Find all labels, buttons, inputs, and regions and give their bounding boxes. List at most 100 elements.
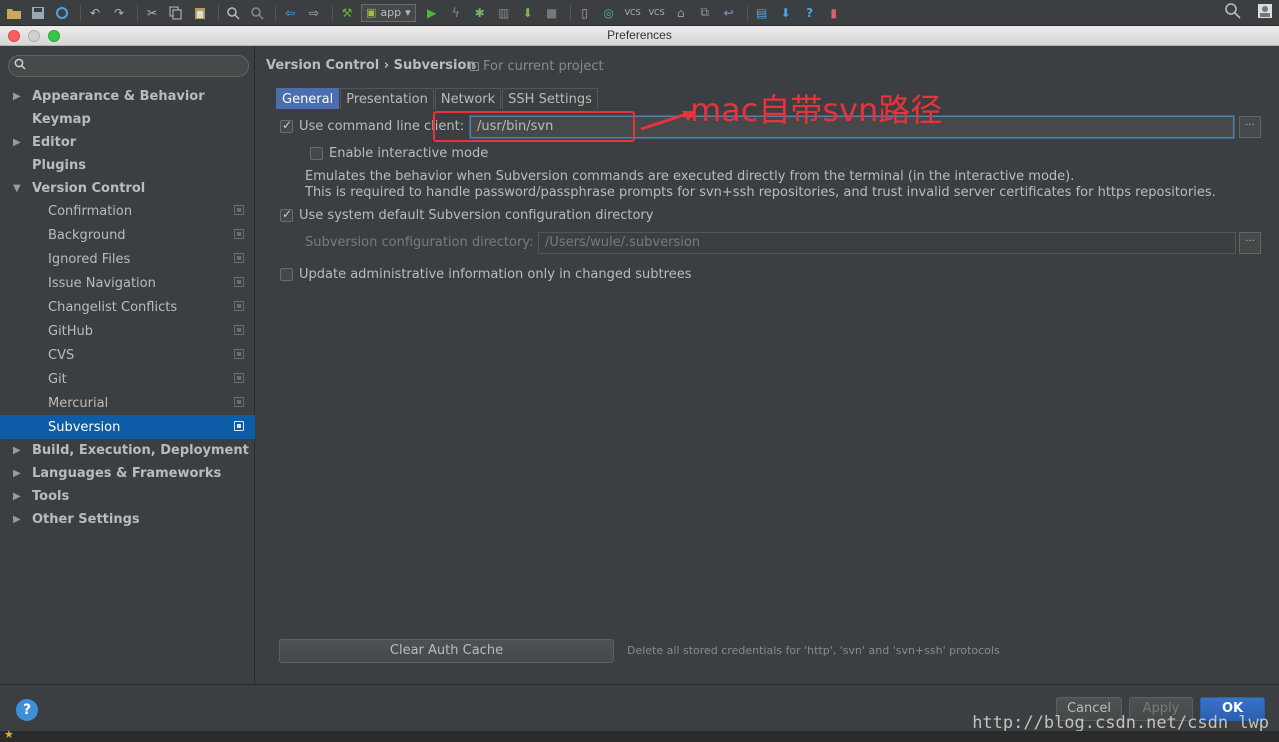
sidebar-item-other-settings[interactable]: ▶ Other Settings	[0, 507, 255, 531]
use-command-line-client-checkbox[interactable]	[280, 118, 293, 133]
sidebar-item-changelist-conflicts[interactable]: Changelist Conflicts	[0, 295, 255, 319]
sdk-manager-icon[interactable]: ⬇	[776, 3, 796, 23]
open-folder-icon[interactable]	[4, 3, 24, 23]
chevron-right-icon[interactable]: ▶	[13, 445, 21, 456]
cut-icon[interactable]: ✂	[142, 3, 162, 23]
run-icon[interactable]: ▶	[422, 3, 442, 23]
tab-ssh-settings[interactable]: SSH Settings	[502, 88, 598, 109]
sidebar-item-label: Languages & Frameworks	[32, 465, 222, 481]
project-scope-icon	[234, 349, 244, 359]
sidebar-item-subversion[interactable]: Subversion	[0, 415, 255, 439]
sidebar-item-github[interactable]: GitHub	[0, 319, 255, 343]
help-icon[interactable]: ?	[800, 3, 820, 23]
sidebar-item-label: Build, Execution, Deployment	[32, 442, 249, 458]
find-icon[interactable]	[223, 3, 243, 23]
project-scope-icon	[234, 325, 244, 335]
interactive-description-line-1: Emulates the behavior when Subversion co…	[305, 169, 1075, 184]
sidebar-item-background[interactable]: Background	[0, 223, 255, 247]
tab-general[interactable]: General	[276, 88, 340, 109]
favorites-star-icon[interactable]: ★	[4, 728, 14, 741]
project-structure-icon[interactable]: ▤	[752, 3, 772, 23]
avd-manager-icon[interactable]: ▯	[575, 3, 595, 23]
sync-gradle-icon[interactable]: ◎	[599, 3, 619, 23]
sidebar-item-editor[interactable]: ▶ Editor	[0, 130, 255, 154]
general-tab-content: Use command line client: /usr/bin/svn ··…	[272, 91, 1272, 669]
settings-search-input[interactable]	[8, 55, 249, 77]
project-scope-icon	[234, 397, 244, 407]
tab-presentation[interactable]: Presentation	[340, 88, 434, 109]
sidebar-item-version-control[interactable]: ▼ Version Control	[0, 176, 255, 200]
chevron-right-icon[interactable]: ▶	[13, 137, 21, 148]
clear-auth-cache-button[interactable]: Clear Auth Cache	[279, 639, 614, 663]
sidebar-item-appearance-behavior[interactable]: ▶ Appearance & Behavior	[0, 84, 255, 108]
sidebar-item-issue-navigation[interactable]: Issue Navigation	[0, 271, 255, 295]
vcs-commit-icon[interactable]: VCS	[647, 3, 667, 23]
chevron-right-icon[interactable]: ▶	[13, 514, 21, 525]
annotation-note: mac自带svn路径	[690, 91, 943, 129]
attach-debugger-icon[interactable]: ⬇	[518, 3, 538, 23]
replace-icon[interactable]	[247, 3, 267, 23]
project-scope-icon	[234, 229, 244, 239]
browse-config-dir-button[interactable]: ···	[1239, 232, 1261, 254]
sidebar-item-label: Confirmation	[48, 203, 133, 219]
vcs-history-icon[interactable]: ⌂	[671, 3, 691, 23]
breadcrumb: Version Control › Subversion	[266, 58, 476, 73]
sidebar-item-tools[interactable]: ▶ Tools	[0, 484, 255, 508]
sidebar-item-git[interactable]: Git	[0, 367, 255, 391]
sidebar-item-label: Changelist Conflicts	[48, 299, 178, 315]
android-device-monitor-icon[interactable]: ▮	[824, 3, 844, 23]
sidebar-item-label: Tools	[32, 488, 70, 504]
chevron-right-icon[interactable]: ▶	[13, 91, 21, 102]
window-titlebar: Preferences	[0, 26, 1279, 46]
ide-screen: ↶ ↷ ✂ ⇦ ⇨ ⚒ ▣ app ▾ ▶ ϟ ✱ ▥ ⬇ ■ ▯ ◎ VCS …	[0, 0, 1279, 742]
sidebar-item-mercurial[interactable]: Mercurial	[0, 391, 255, 415]
tab-network[interactable]: Network	[434, 88, 502, 109]
back-icon[interactable]: ⇦	[280, 3, 300, 23]
event-log-icon[interactable]	[1257, 3, 1273, 23]
help-icon[interactable]: ?	[16, 699, 38, 721]
sidebar-item-cvs[interactable]: CVS	[0, 343, 255, 367]
ide-toolbar: ↶ ↷ ✂ ⇦ ⇨ ⚒ ▣ app ▾ ▶ ϟ ✱ ▥ ⬇ ■ ▯ ◎ VCS …	[0, 0, 1279, 26]
profile-icon[interactable]: ▥	[494, 3, 514, 23]
vcs-revert-icon[interactable]: ↩	[719, 3, 739, 23]
redo-icon[interactable]: ↷	[109, 3, 129, 23]
undo-icon[interactable]: ↶	[85, 3, 105, 23]
save-icon[interactable]	[28, 3, 48, 23]
sidebar-item-label: Version Control	[32, 180, 146, 196]
toolbar-separator	[569, 4, 571, 21]
update-admin-info-label: Update administrative information only i…	[299, 267, 692, 282]
sidebar-item-ignored-files[interactable]: Ignored Files	[0, 247, 255, 271]
stop-icon[interactable]: ■	[542, 3, 562, 23]
chevron-down-icon[interactable]: ▼	[13, 183, 21, 194]
project-scope-icon	[470, 62, 479, 71]
config-dir-input[interactable]: /Users/wule/.subversion	[538, 232, 1236, 254]
android-icon: ▣	[366, 6, 377, 19]
annotation-arrow-icon	[640, 111, 696, 131]
forward-icon[interactable]: ⇨	[304, 3, 324, 23]
sidebar-item-label: Git	[48, 371, 67, 387]
sync-icon[interactable]	[52, 3, 72, 23]
chevron-right-icon[interactable]: ▶	[13, 468, 21, 479]
sidebar-item-keymap[interactable]: Keymap	[0, 107, 255, 131]
copy-icon[interactable]	[166, 3, 186, 23]
debug-icon[interactable]: ✱	[470, 3, 490, 23]
search-everywhere-icon[interactable]	[1225, 3, 1241, 23]
enable-interactive-mode-checkbox[interactable]	[310, 147, 323, 160]
paste-icon[interactable]	[190, 3, 210, 23]
build-hammer-icon[interactable]: ⚒	[337, 3, 357, 23]
vcs-compare-icon[interactable]: ⧉	[695, 3, 715, 23]
sidebar-item-build-execution-deployment[interactable]: ▶ Build, Execution, Deployment	[0, 438, 255, 462]
sidebar-item-plugins[interactable]: Plugins	[0, 153, 255, 177]
sidebar-item-confirmation[interactable]: Confirmation	[0, 199, 255, 223]
lightning-icon[interactable]: ϟ	[446, 3, 466, 23]
browse-client-path-button[interactable]: ···	[1239, 116, 1261, 138]
annotation-highlight-box	[433, 111, 635, 142]
sidebar-item-languages-frameworks[interactable]: ▶ Languages & Frameworks	[0, 461, 255, 485]
vcs-update-icon[interactable]: VCS	[623, 3, 643, 23]
use-system-config-dir-checkbox[interactable]	[280, 207, 293, 222]
chevron-right-icon[interactable]: ▶	[13, 491, 21, 502]
run-config-combo[interactable]: ▣ app ▾	[361, 3, 416, 22]
project-scope-icon	[234, 373, 244, 383]
update-admin-info-checkbox[interactable]	[280, 268, 293, 281]
project-scope-icon	[234, 253, 244, 263]
